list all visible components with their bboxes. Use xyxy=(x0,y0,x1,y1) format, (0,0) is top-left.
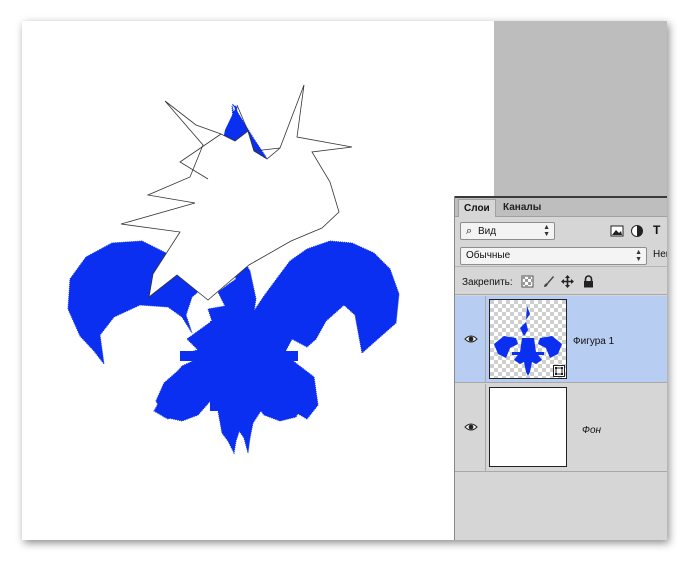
lock-transparent-pixels-icon[interactable] xyxy=(521,275,534,288)
image-filter-icon[interactable] xyxy=(610,224,624,238)
adjustment-filter-icon[interactable] xyxy=(630,224,644,238)
vector-mask-badge-icon xyxy=(553,365,565,377)
layer-thumbnail-background[interactable] xyxy=(489,387,567,467)
shape-fleur-de-lis xyxy=(67,103,400,455)
document-canvas[interactable] xyxy=(22,21,494,540)
blend-mode-dropdown[interactable]: Обычные ▲ ▼ xyxy=(460,247,647,265)
type-filter-icon[interactable]: T xyxy=(653,223,667,237)
visibility-column-divider xyxy=(485,384,486,471)
blend-row: Обычные ▲▼ Неп xyxy=(455,245,667,267)
layer-filter-value: Вид xyxy=(477,226,497,237)
blend-mode-value: Обычные xyxy=(466,250,511,261)
dropdown-arrows-icon: ▲ ▼ xyxy=(543,224,550,238)
eye-visibility-icon[interactable] xyxy=(464,422,478,432)
tab-channels[interactable]: Каналы xyxy=(498,199,546,217)
layer-filter-dropdown[interactable]: ⌕ Вид ▲ ▼ xyxy=(460,222,555,240)
lock-image-pixels-icon[interactable] xyxy=(542,275,555,288)
lock-all-icon[interactable] xyxy=(582,275,595,288)
photoshop-window: Слои Каналы ⌕ Вид ▲ ▼ T Обычные ▲ ▼ Не З… xyxy=(22,21,667,540)
layer-row-shape-1[interactable]: Фигура 1 xyxy=(455,296,667,383)
dropdown-arrows-icon: ▲ ▼ xyxy=(635,249,642,263)
opacity-label: Неп xyxy=(653,249,667,260)
layer-thumbnail-shape[interactable] xyxy=(489,299,567,379)
eye-visibility-icon[interactable] xyxy=(464,334,478,344)
layer-filter-row: ⌕ Вид ▲ ▼ T xyxy=(455,218,667,244)
lock-row: Закрепить: xyxy=(455,269,667,295)
layers-empty-area xyxy=(455,473,667,540)
canvas-artwork xyxy=(67,84,400,455)
visibility-column-divider xyxy=(485,296,486,382)
tab-layers[interactable]: Слои xyxy=(458,199,496,217)
layer-name-shape-1[interactable]: Фигура 1 xyxy=(573,336,614,347)
layers-panel: Слои Каналы ⌕ Вид ▲ ▼ T Обычные ▲ ▼ Не З… xyxy=(454,196,667,540)
layer-row-background[interactable]: Фон xyxy=(455,384,667,472)
search-icon: ⌕ xyxy=(466,225,473,237)
lock-position-icon[interactable] xyxy=(561,275,574,288)
lock-label: Закрепить: xyxy=(462,277,513,288)
panel-tab-bar: Слои Каналы xyxy=(455,198,667,217)
layer-name-background[interactable]: Фон xyxy=(582,425,601,436)
